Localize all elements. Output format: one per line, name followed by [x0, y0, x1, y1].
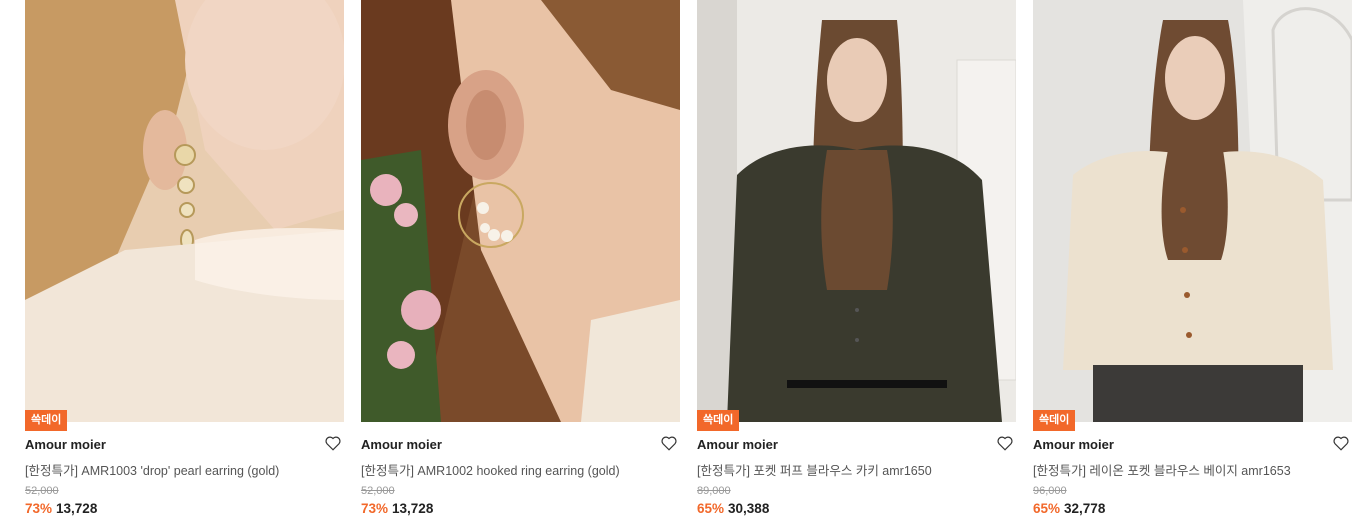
discount-rate: 73% — [361, 501, 389, 516]
sale-price: 13,728 — [56, 501, 98, 516]
product-image[interactable] — [1033, 0, 1352, 422]
price-row: 73% 13,728 — [361, 501, 433, 516]
product-card[interactable]: 쓱데이 Amour moier [한정특가] AMR1003 'drop' pe… — [25, 0, 344, 523]
original-price: 89,000 — [697, 485, 731, 497]
price-row: 65% 32,778 — [1033, 501, 1105, 516]
heart-icon[interactable] — [660, 434, 678, 452]
product-title[interactable]: [한정특가] AMR1003 'drop' pearl earring (gol… — [25, 460, 279, 479]
brand-name[interactable]: Amour moier — [1033, 437, 1114, 452]
brand-name[interactable]: Amour moier — [25, 437, 106, 452]
product-card[interactable]: Amour moier [한정특가] AMR1002 hooked ring e… — [361, 0, 680, 523]
product-image[interactable] — [697, 0, 1016, 422]
price-row: 65% 30,388 — [697, 501, 769, 516]
price-row: 73% 13,728 — [25, 501, 97, 516]
original-price: 96,000 — [1033, 485, 1067, 497]
promo-badge: 쓱데이 — [1033, 410, 1076, 431]
product-card[interactable]: 쓱데이 Amour moier [한정특가] 포켓 퍼프 블라우스 카키 amr… — [697, 0, 1016, 523]
brand-name[interactable]: Amour moier — [361, 437, 442, 452]
discount-rate: 65% — [1033, 501, 1061, 516]
promo-badge: 쓱데이 — [25, 410, 68, 431]
discount-rate: 73% — [25, 501, 53, 516]
product-title[interactable]: [한정특가] AMR1002 hooked ring earring (gold… — [361, 460, 620, 479]
product-title[interactable]: [한정특가] 레이온 포켓 블라우스 베이지 amr1653 — [1033, 460, 1291, 479]
product-image[interactable] — [25, 0, 344, 422]
brand-name[interactable]: Amour moier — [697, 437, 778, 452]
original-price: 52,000 — [25, 485, 59, 497]
sale-price: 32,778 — [1064, 501, 1106, 516]
product-card[interactable]: 쓱데이 Amour moier [한정특가] 레이온 포켓 블라우스 베이지 a… — [1033, 0, 1352, 523]
discount-rate: 65% — [697, 501, 725, 516]
sale-price: 30,388 — [728, 501, 770, 516]
promo-badge: 쓱데이 — [697, 410, 740, 431]
heart-icon[interactable] — [996, 434, 1014, 452]
product-image[interactable] — [361, 0, 680, 422]
heart-icon[interactable] — [324, 434, 342, 452]
original-price: 52,000 — [361, 485, 395, 497]
heart-icon[interactable] — [1332, 434, 1350, 452]
product-title[interactable]: [한정특가] 포켓 퍼프 블라우스 카키 amr1650 — [697, 460, 932, 479]
sale-price: 13,728 — [392, 501, 434, 516]
